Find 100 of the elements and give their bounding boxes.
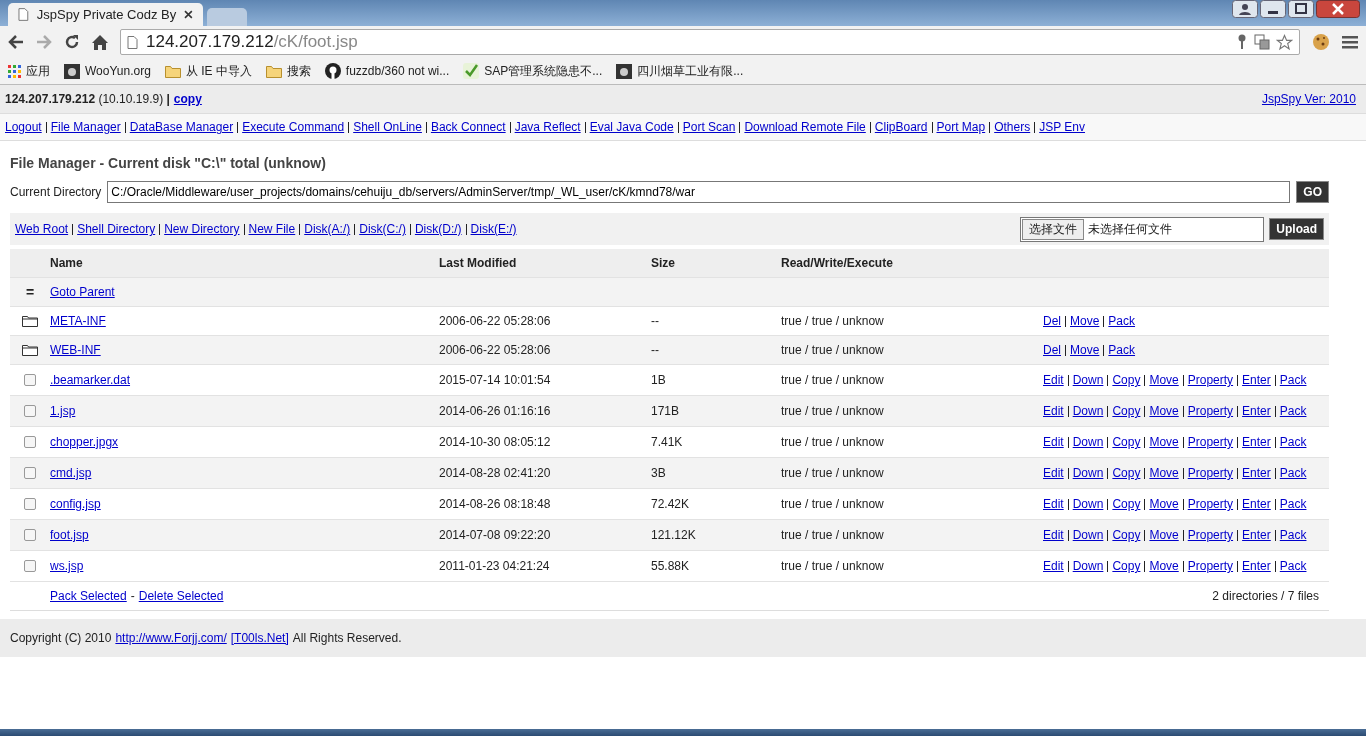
nav-link[interactable]: Execute Command [242, 120, 345, 134]
action-link[interactable]: Enter [1242, 559, 1271, 573]
action-link[interactable]: Enter [1242, 528, 1271, 542]
delete-selected-link[interactable]: Delete Selected [138, 589, 224, 603]
action-link[interactable]: Enter [1242, 497, 1271, 511]
site-link[interactable]: http://www.Forjj.com/ [115, 631, 227, 645]
action-link[interactable]: Move [1149, 373, 1179, 387]
action-link[interactable]: Copy [1112, 373, 1141, 387]
tool-link[interactable]: Disk(C:/) [359, 222, 406, 236]
action-link[interactable]: Move [1149, 435, 1179, 449]
action-link[interactable]: Pack [1279, 466, 1307, 480]
file-link[interactable]: chopper.jpgx [50, 435, 119, 449]
action-link[interactable]: Del [1043, 314, 1061, 328]
action-link[interactable]: Property [1187, 404, 1234, 418]
checkbox[interactable] [24, 498, 36, 510]
action-link[interactable]: Pack [1279, 404, 1307, 418]
tool-link[interactable]: Web Root [15, 222, 69, 236]
nav-link[interactable]: File Manager [50, 120, 121, 134]
site-link[interactable]: [T00ls.Net] [230, 631, 289, 645]
action-link[interactable]: Edit [1043, 466, 1064, 480]
action-link[interactable]: Move [1149, 466, 1179, 480]
action-link[interactable]: Down [1072, 435, 1104, 449]
version-link[interactable]: JspSpy Ver: 2010 [1261, 92, 1356, 106]
bookmark[interactable]: 从 IE 中导入 [164, 62, 252, 80]
nav-link[interactable]: Shell OnLine [353, 120, 422, 134]
tool-link[interactable]: Disk(E:/) [470, 222, 517, 236]
tool-link[interactable]: Shell Directory [77, 222, 156, 236]
nav-link[interactable]: Download Remote File [744, 120, 866, 134]
checkbox[interactable] [24, 436, 36, 448]
file-link[interactable]: Goto Parent [50, 285, 115, 299]
action-link[interactable]: Property [1187, 497, 1234, 511]
file-link[interactable]: foot.jsp [50, 528, 89, 542]
tool-link[interactable]: New File [248, 222, 296, 236]
action-link[interactable]: Edit [1043, 373, 1064, 387]
action-link[interactable]: Move [1149, 497, 1179, 511]
action-link[interactable]: Copy [1112, 528, 1141, 542]
nav-link[interactable]: Back Connect [430, 120, 506, 134]
browser-tab[interactable]: JspSpy Private Codz By [8, 3, 203, 26]
directory-field[interactable]: C:/Oracle/Middleware/user_projects/domains/cehuiju_db/servers/AdminServer/tmp/_WL_user/cK/kmnd78/war [107, 181, 1291, 203]
address-bar[interactable]: 124.207.179.212/cK/foot.jsp [120, 29, 1300, 55]
action-link[interactable]: Down [1072, 497, 1104, 511]
action-link[interactable]: Move [1149, 559, 1179, 573]
bookmark[interactable]: fuzzdb/360 not wi... [324, 63, 450, 79]
key-icon[interactable] [1236, 34, 1248, 50]
action-link[interactable]: Del [1043, 343, 1061, 357]
file-link[interactable]: 1.jsp [50, 404, 76, 418]
action-link[interactable]: Pack [1279, 373, 1307, 387]
tool-link[interactable]: Disk(D:/) [414, 222, 462, 236]
action-link[interactable]: Enter [1242, 373, 1271, 387]
upload-button[interactable]: Upload [1269, 218, 1324, 240]
maximize-icon[interactable] [1288, 0, 1314, 18]
action-link[interactable]: Edit [1043, 404, 1064, 418]
close-icon[interactable] [1316, 0, 1360, 18]
action-link[interactable]: Property [1187, 466, 1234, 480]
checkbox[interactable] [24, 467, 36, 479]
action-link[interactable]: Move [1070, 314, 1100, 328]
bookmark[interactable]: WooYun.org [64, 63, 151, 79]
go-button[interactable]: GO [1296, 181, 1329, 203]
file-link[interactable]: META-INF [50, 314, 106, 328]
action-link[interactable]: Pack [1279, 528, 1307, 542]
action-link[interactable]: Move [1149, 528, 1179, 542]
checkbox[interactable] [24, 529, 36, 541]
action-link[interactable]: Edit [1043, 528, 1064, 542]
action-link[interactable]: Down [1072, 528, 1104, 542]
action-link[interactable]: Copy [1112, 466, 1141, 480]
nav-link[interactable]: Others [994, 120, 1031, 134]
bookmark[interactable]: 四川烟草工业有限... [616, 62, 744, 80]
back-icon[interactable] [8, 35, 24, 49]
action-link[interactable]: Enter [1242, 404, 1271, 418]
copy-link[interactable]: copy [173, 92, 202, 106]
action-link[interactable]: Move [1149, 404, 1179, 418]
checkbox[interactable] [24, 374, 36, 386]
nav-link[interactable]: Eval Java Code [589, 120, 674, 134]
nav-link[interactable]: ClipBoard [874, 120, 928, 134]
action-link[interactable]: Move [1070, 343, 1100, 357]
nav-link[interactable]: JSP Env [1039, 120, 1085, 134]
choose-file-button[interactable]: 选择文件 [1022, 218, 1085, 240]
action-link[interactable]: Enter [1242, 435, 1271, 449]
action-link[interactable]: Down [1072, 373, 1104, 387]
action-link[interactable]: Copy [1112, 559, 1141, 573]
pack-selected-link[interactable]: Pack Selected [50, 589, 127, 603]
action-link[interactable]: Enter [1242, 466, 1271, 480]
action-link[interactable]: Copy [1112, 497, 1141, 511]
nav-link[interactable]: Logout [5, 120, 42, 134]
action-link[interactable]: Pack [1279, 559, 1307, 573]
file-link[interactable]: WEB-INF [50, 343, 101, 357]
nav-link[interactable]: Java Reflect [514, 120, 581, 134]
nav-link[interactable]: Port Map [936, 120, 986, 134]
nav-link[interactable]: Port Scan [682, 120, 736, 134]
action-link[interactable]: Pack [1279, 435, 1307, 449]
tool-link[interactable]: Disk(A:/) [304, 222, 351, 236]
file-link[interactable]: config.jsp [50, 497, 101, 511]
action-link[interactable]: Edit [1043, 559, 1064, 573]
action-link[interactable]: Copy [1112, 435, 1141, 449]
action-link[interactable]: Pack [1279, 497, 1307, 511]
action-link[interactable]: Pack [1108, 314, 1136, 328]
action-link[interactable]: Copy [1112, 404, 1141, 418]
cookie-icon[interactable] [1312, 33, 1330, 51]
minimize-icon[interactable] [1260, 0, 1286, 18]
action-link[interactable]: Property [1187, 559, 1234, 573]
